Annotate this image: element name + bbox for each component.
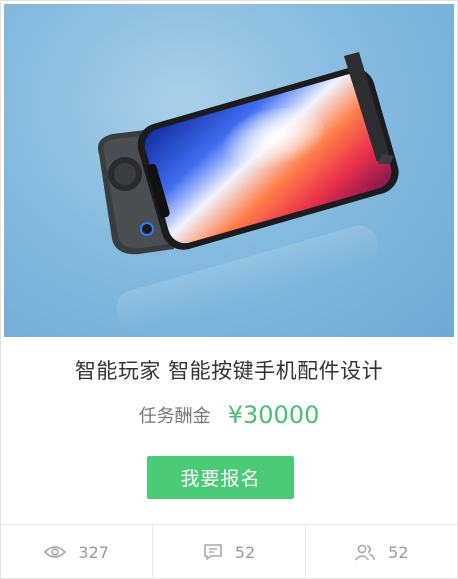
eye-icon xyxy=(44,545,67,559)
product-image[interactable] xyxy=(4,4,454,337)
task-card[interactable]: 智能玩家 智能按键手机配件设计 任务酬金 ¥30000 我要报名 327 52 … xyxy=(0,0,458,579)
signup-button[interactable]: 我要报名 xyxy=(147,456,294,499)
users-icon xyxy=(354,543,376,561)
task-title[interactable]: 智能玩家 智能按键手机配件设计 xyxy=(1,355,457,385)
reward-label: 任务酬金 xyxy=(138,406,211,427)
views-stat: 327 xyxy=(1,525,152,579)
participants-count: 52 xyxy=(388,542,409,562)
stats-bar: 327 52 52 xyxy=(1,524,457,579)
comment-icon xyxy=(203,543,223,561)
comments-stat: 52 xyxy=(152,525,304,579)
comments-count: 52 xyxy=(234,542,256,562)
reward-row: 任务酬金 ¥30000 xyxy=(1,401,457,429)
views-count: 327 xyxy=(78,542,109,562)
participants-stat: 52 xyxy=(304,525,457,579)
reward-amount: ¥30000 xyxy=(227,401,320,429)
